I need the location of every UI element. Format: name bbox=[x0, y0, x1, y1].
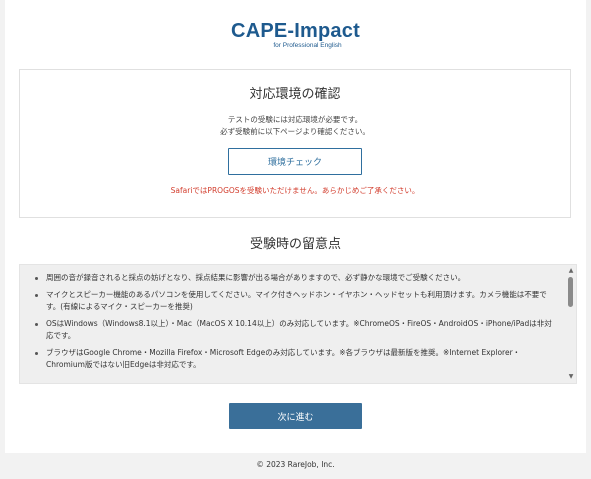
note-item-2: マイクとスピーカー機能のあるパソコンを使用してください。マイク付きヘッドホン・イ… bbox=[34, 289, 556, 313]
notes-scroll-area[interactable]: 周囲の音が録音されると採点の妨げとなり、採点結果に影響が出る場合がありますので、… bbox=[19, 264, 577, 384]
environment-check-panel: 対応環境の確認 テストの受験には対応環境が必要です。 必ず受験前に以下ページより… bbox=[19, 69, 571, 218]
footer-copyright: © 2023 RareJob, Inc. bbox=[256, 460, 335, 469]
environment-check-desc-line-1: テストの受験には対応環境が必要です。 bbox=[227, 115, 363, 124]
safari-warning: SafariではPROGOSを受験いただけません。あらかじめご了承ください。 bbox=[170, 186, 420, 195]
next-button[interactable]: 次に進む bbox=[229, 403, 362, 429]
environment-check-desc-line-2: 必ず受験前に以下ページより確認ください。 bbox=[220, 127, 370, 136]
notes-list: 周囲の音が録音されると採点の妨げとなり、採点結果に影響が出る場合がありますので、… bbox=[20, 265, 576, 371]
scroll-up-arrow-icon[interactable]: ▲ bbox=[566, 266, 576, 276]
environment-check-title: 対応環境の確認 bbox=[249, 87, 341, 102]
logo-subtitle: for Professional English bbox=[273, 42, 342, 49]
note-item-3: OSはWindows（Windows8.1以上）・Mac（MacOS X 10.… bbox=[34, 318, 556, 342]
logo: CAPE-Impact for Professional English bbox=[5, 20, 586, 50]
scrollbar-thumb[interactable] bbox=[568, 277, 573, 307]
environment-check-description: テストの受験には対応環境が必要です。 必ず受験前に以下ページより確認ください。 bbox=[20, 114, 570, 138]
notes-scrollbar[interactable]: ▲ ▼ bbox=[566, 265, 576, 383]
scroll-down-arrow-icon[interactable]: ▼ bbox=[566, 372, 576, 382]
notes-title: 受験時の留意点 bbox=[249, 237, 341, 252]
note-item-1: 周囲の音が録音されると採点の妨げとなり、採点結果に影響が出る場合がありますので、… bbox=[34, 272, 556, 284]
page: CAPE-Impact for Professional English 対応環… bbox=[5, 0, 586, 453]
environment-check-button[interactable]: 環境チェック bbox=[228, 148, 362, 175]
note-item-4: ブラウザはGoogle Chrome・Mozilla Firefox・Micro… bbox=[34, 347, 556, 371]
logo-title: CAPE-Impact bbox=[231, 20, 360, 42]
